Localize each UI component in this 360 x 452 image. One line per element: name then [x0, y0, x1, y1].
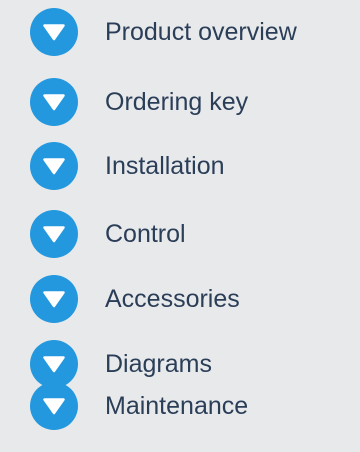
nav-item-label: Ordering key [105, 87, 249, 116]
chevron-down-icon [30, 8, 78, 56]
chevron-down-icon [30, 210, 78, 258]
chevron-down-icon [30, 78, 78, 126]
nav-item-label: Maintenance [105, 391, 249, 420]
chevron-down-icon [30, 142, 78, 190]
chevron-down-icon [30, 275, 78, 323]
nav-item-maintenance[interactable]: Maintenance [30, 382, 350, 430]
nav-item-installation[interactable]: Installation [30, 142, 350, 190]
nav-item-diagrams[interactable]: Diagrams [30, 340, 350, 388]
nav-item-product-overview[interactable]: Product overview [30, 8, 350, 56]
nav-item-control[interactable]: Control [30, 210, 350, 258]
chevron-down-icon [30, 340, 78, 388]
nav-item-label: Installation [105, 151, 225, 180]
nav-item-label: Product overview [105, 17, 297, 46]
chevron-down-icon [30, 382, 78, 430]
nav-item-label: Accessories [105, 284, 240, 313]
nav-item-label: Control [105, 219, 186, 248]
nav-item-ordering-key[interactable]: Ordering key [30, 78, 350, 126]
nav-item-label: Diagrams [105, 349, 212, 378]
section-nav-list: Product overview Ordering key Installati… [0, 0, 360, 452]
nav-item-accessories[interactable]: Accessories [30, 275, 350, 323]
